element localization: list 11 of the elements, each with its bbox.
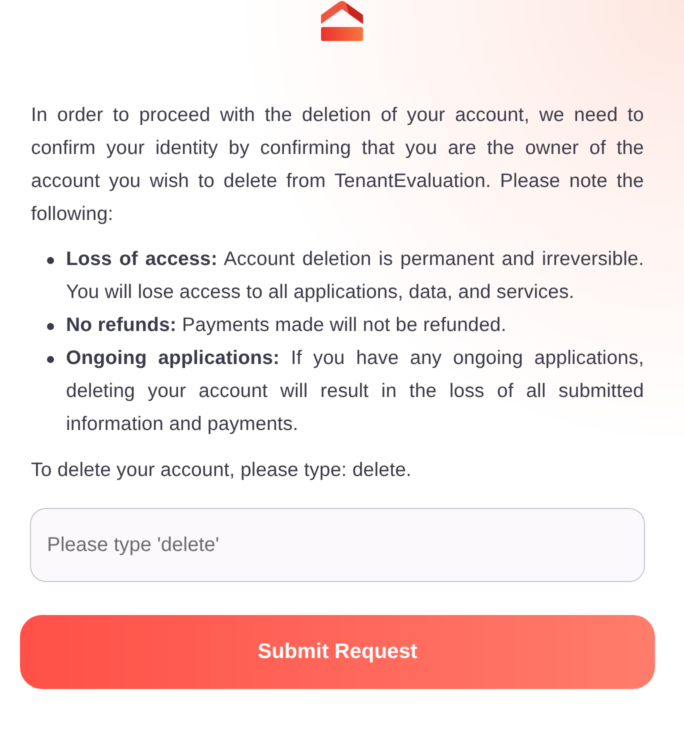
note-text: Loss of access: Account deletion is permanent and irreversible. You will lose access to all applications, data, and services. (66, 247, 644, 305)
submit-button[interactable]: Submit Request (20, 615, 655, 689)
bullet-icon (47, 323, 54, 330)
note-text: No refunds: Payments made will not be refunded. (66, 313, 508, 338)
house-logo-icon (319, 0, 365, 42)
instruction-text: To delete your account, please type: delete. (31, 458, 413, 483)
confirm-input-field[interactable]: Please type 'delete' (30, 508, 645, 582)
bullet-icon (47, 356, 54, 363)
intro-paragraph: In order to proceed with the deletion of your account, we need to confirm your identity by confirming that you are the owner of the account you wish to delete from TenantEvaluation. Please note the following: (31, 103, 644, 227)
bullet-icon (47, 257, 54, 264)
note-text: Ongoing applications: If you have any ongoing applications, deleting your account will result in the loss of all submitted information and payments. (66, 346, 644, 437)
